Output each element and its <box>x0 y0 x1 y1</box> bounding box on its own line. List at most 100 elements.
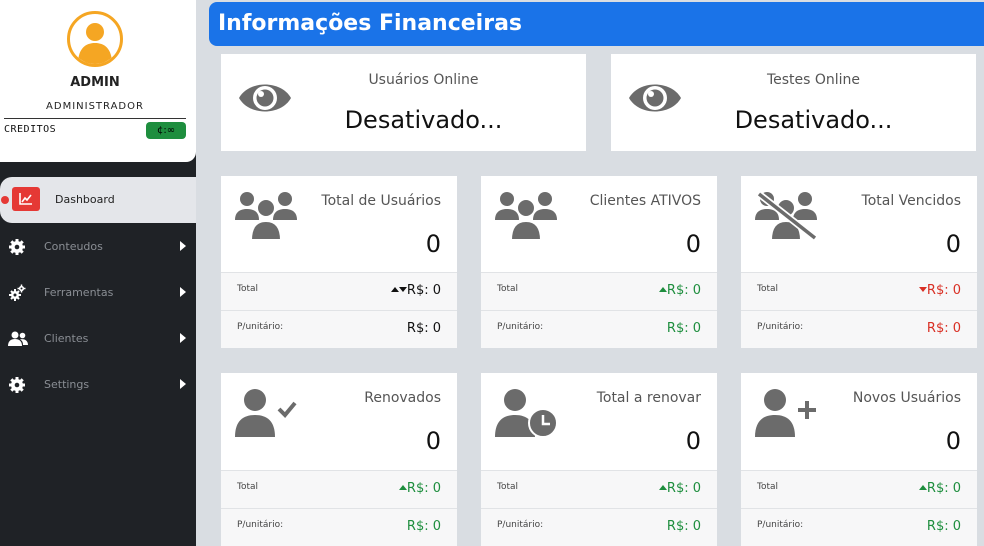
user-avatar-icon <box>78 23 112 64</box>
caret-right-icon <box>180 379 186 389</box>
credits-label: CREDITOS <box>4 124 57 135</box>
users-icon <box>8 331 28 346</box>
total-amount: R$: 0 <box>406 481 441 496</box>
sidebar-item-conteudos[interactable]: Conteudos <box>0 226 196 266</box>
unit-label: P/unitário: <box>757 520 804 530</box>
card-value: 0 <box>685 427 701 455</box>
sidebar-item-ferramentas[interactable]: Ferramentas <box>0 272 196 312</box>
stat-card-clientes-ativos: Clientes ATIVOS 0 Total R$: 0 P/unitário… <box>481 176 717 348</box>
total-label: Total <box>757 284 779 294</box>
card-title: Renovados <box>364 390 441 406</box>
unit-label: P/unitário: <box>237 520 284 530</box>
card-title: Usuários Online <box>368 72 479 88</box>
caret-up-icon <box>918 485 927 490</box>
sidebar: ADMIN ADMINISTRADOR CREDITOS ¢:∞ Dashboa… <box>0 0 196 546</box>
card-title: Testes Online <box>766 72 861 88</box>
profile-panel: ADMIN ADMINISTRADOR CREDITOS ¢:∞ <box>0 0 196 162</box>
stat-card-total-vencidos: Total Vencidos 0 Total R$: 0 P/unitário:… <box>741 176 977 348</box>
total-label: Total <box>237 482 259 492</box>
user-plus-icon <box>755 389 816 437</box>
stat-card-novos-usuarios: Novos Usuários 0 Total R$: 0 P/unitário:… <box>741 373 977 546</box>
unit-row: P/unitário: R$: 0 <box>741 310 977 348</box>
caret-up-icon <box>658 485 667 490</box>
gears-icon <box>9 284 26 301</box>
card-value: 0 <box>685 230 701 258</box>
card-value: 0 <box>425 427 441 455</box>
users-group-icon <box>495 192 557 241</box>
caret-right-icon <box>180 241 186 251</box>
sidebar-item-label: Ferramentas <box>44 286 114 299</box>
caret-right-icon <box>180 333 186 343</box>
caret-up-icon <box>398 485 407 490</box>
total-amount: R$: 0 <box>666 481 701 496</box>
caret-up-icon <box>658 287 667 292</box>
sidebar-item-dashboard[interactable]: Dashboard <box>0 177 196 223</box>
unit-row: P/unitário: R$: 0 <box>481 310 717 348</box>
unit-value: R$: 0 <box>666 519 701 534</box>
stat-card-total-a-renovar: Total a renovar 0 Total R$: 0 P/unitário… <box>481 373 717 546</box>
sidebar-item-label: Conteudos <box>44 240 103 253</box>
profile-name: ADMIN <box>70 75 120 90</box>
gear-icon <box>9 377 25 393</box>
avatar[interactable] <box>67 11 123 67</box>
chart-line-icon <box>12 187 40 211</box>
sidebar-item-label: Dashboard <box>55 193 115 206</box>
unit-row: P/unitário: R$: 0 <box>741 508 977 546</box>
total-value: R$: 0 <box>658 283 701 298</box>
tests-online-card: Testes Online Desativado... <box>611 54 976 151</box>
users-online-card: Usuários Online Desativado... <box>221 54 586 151</box>
profile-role: ADMINISTRADOR <box>46 101 144 112</box>
caret-right-icon <box>180 287 186 297</box>
total-value: R$: 0 <box>390 283 441 298</box>
sidebar-item-clientes[interactable]: Clientes <box>0 318 196 358</box>
total-row: Total R$: 0 <box>741 272 977 310</box>
users-slash-icon <box>755 191 818 241</box>
unit-label: P/unitário: <box>757 322 804 332</box>
card-value: Desativado... <box>734 106 893 134</box>
card-value: 0 <box>945 230 961 258</box>
sidebar-item-settings[interactable]: Settings <box>0 364 196 404</box>
page-title: Informações Financeiras <box>218 11 523 36</box>
total-value: R$: 0 <box>398 481 441 496</box>
unit-label: P/unitário: <box>497 322 544 332</box>
total-row: Total R$: 0 <box>481 272 717 310</box>
total-value: R$: 0 <box>918 481 961 496</box>
user-check-icon <box>235 389 297 437</box>
sidebar-item-label: Settings <box>44 378 90 391</box>
card-title: Total Vencidos <box>861 193 961 209</box>
card-title: Clientes ATIVOS <box>589 193 701 209</box>
total-amount: R$: 0 <box>926 481 961 496</box>
total-row: Total R$: 0 <box>221 470 457 508</box>
total-label: Total <box>497 482 519 492</box>
unit-row: P/unitário: R$: 0 <box>221 508 457 546</box>
total-row: Total R$: 0 <box>741 470 977 508</box>
divider <box>4 118 186 119</box>
active-indicator <box>1 196 9 204</box>
page-header: Informações Financeiras <box>209 2 984 46</box>
unit-row: P/unitário: R$: 0 <box>221 310 457 348</box>
unit-value: R$: 0 <box>406 321 441 336</box>
total-amount: R$: 0 <box>666 283 701 298</box>
total-label: Total <box>497 284 519 294</box>
card-value: 0 <box>945 427 961 455</box>
total-amount: R$: 0 <box>406 283 441 298</box>
total-value: R$: 0 <box>658 481 701 496</box>
credits-badge: ¢:∞ <box>146 122 186 139</box>
unit-row: P/unitário: R$: 0 <box>481 508 717 546</box>
unit-label: P/unitário: <box>497 520 544 530</box>
unit-label: P/unitário: <box>237 322 284 332</box>
unit-value: R$: 0 <box>926 519 961 534</box>
gear-icon <box>9 239 25 255</box>
users-group-icon <box>235 192 297 241</box>
total-label: Total <box>757 482 779 492</box>
sidebar-item-label: Clientes <box>44 332 89 345</box>
total-row: Total R$: 0 <box>221 272 457 310</box>
caret-down-icon <box>398 287 407 292</box>
caret-up-icon <box>390 287 399 292</box>
total-row: Total R$: 0 <box>481 470 717 508</box>
card-value: 0 <box>425 230 441 258</box>
stat-card-total-usuarios: Total de Usuários 0 Total R$: 0 P/unitár… <box>221 176 457 348</box>
total-amount: R$: 0 <box>926 283 961 298</box>
unit-value: R$: 0 <box>926 321 961 336</box>
total-value: R$: 0 <box>918 283 961 298</box>
